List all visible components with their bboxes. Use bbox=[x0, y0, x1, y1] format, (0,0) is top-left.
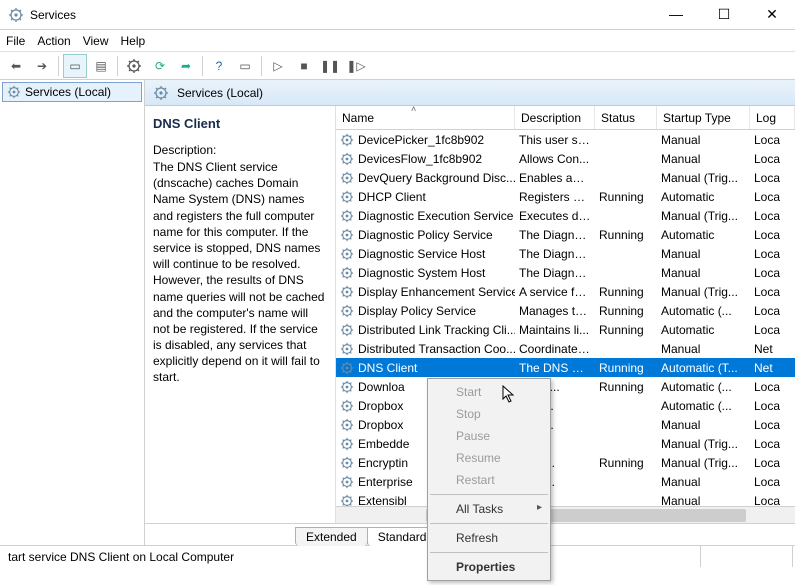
submenu-arrow-icon: ▸ bbox=[537, 502, 542, 513]
service-row[interactable]: Embedde bed...Manual (Trig...Loca bbox=[336, 434, 795, 453]
description-label: Description: bbox=[153, 143, 327, 157]
tree-node-label: Services (Local) bbox=[25, 85, 111, 99]
titlebar: Services — ☐ ✕ bbox=[0, 0, 795, 30]
statusbar: tart service DNS Client on Local Compute… bbox=[0, 545, 795, 567]
col-description[interactable]: Description bbox=[515, 106, 595, 129]
service-row[interactable]: DevQuery Background Disc...Enables app..… bbox=[336, 168, 795, 187]
menu-file[interactable]: File bbox=[6, 34, 25, 48]
ctx-stop[interactable]: Stop bbox=[428, 403, 550, 425]
maximize-button[interactable]: ☐ bbox=[709, 6, 739, 23]
service-list: ˄ Name Description Status Startup Type L… bbox=[335, 106, 795, 523]
show-hide-tree-button[interactable]: ▭ bbox=[63, 54, 87, 78]
pause-service-button[interactable]: ❚❚ bbox=[318, 54, 342, 78]
ctx-refresh[interactable]: Refresh bbox=[428, 527, 550, 549]
service-icon[interactable] bbox=[122, 54, 146, 78]
stop-service-button[interactable]: ■ bbox=[292, 54, 316, 78]
status-cell bbox=[701, 546, 793, 567]
start-service-button[interactable]: ▷ bbox=[266, 54, 290, 78]
window-buttons: — ☐ ✕ bbox=[661, 6, 787, 23]
pane-title: Services (Local) bbox=[177, 86, 263, 100]
col-startup[interactable]: Startup Type bbox=[657, 106, 750, 129]
menu-action[interactable]: Action bbox=[37, 34, 70, 48]
service-row[interactable]: DevicePicker_1fc8b902This user ser...Man… bbox=[336, 130, 795, 149]
status-cell bbox=[609, 546, 701, 567]
col-logon[interactable]: Log bbox=[750, 106, 795, 129]
minimize-button[interactable]: — bbox=[661, 6, 691, 23]
description-text: The DNS Client service (dnscache) caches… bbox=[153, 159, 327, 386]
service-row[interactable]: DHCP ClientRegisters an...RunningAutomat… bbox=[336, 187, 795, 206]
service-row[interactable]: Distributed Transaction Coo...Coordinate… bbox=[336, 339, 795, 358]
ctx-properties[interactable]: Properties bbox=[428, 556, 550, 578]
ctx-restart[interactable]: Restart bbox=[428, 469, 550, 491]
app-icon bbox=[8, 7, 24, 23]
back-button[interactable]: ⬅ bbox=[4, 54, 28, 78]
properties-button[interactable]: ▤ bbox=[89, 54, 113, 78]
ctx-pause[interactable]: Pause bbox=[428, 425, 550, 447]
window-title: Services bbox=[30, 8, 661, 22]
service-row[interactable]: DNS ClientThe DNS Cli...RunningAutomatic… bbox=[336, 358, 795, 377]
col-status[interactable]: Status bbox=[595, 106, 657, 129]
separator bbox=[117, 56, 118, 76]
service-row[interactable]: Enterprise s ent...ManualLoca bbox=[336, 472, 795, 491]
forward-button[interactable]: ➔ bbox=[30, 54, 54, 78]
tab-extended[interactable]: Extended bbox=[295, 527, 368, 546]
toolbar: ⬅ ➔ ▭ ▤ ⟳ ➦ ? ▭ ▷ ■ ❚❚ ❚▷ bbox=[0, 52, 795, 80]
menu-separator bbox=[430, 494, 548, 495]
tree-pane: Services (Local) bbox=[0, 80, 145, 545]
context-menu: Start Stop Pause Resume Restart All Task… bbox=[427, 378, 551, 581]
export-button[interactable]: ➦ bbox=[174, 54, 198, 78]
separator bbox=[202, 56, 203, 76]
main-area: Services (Local) Services (Local) DNS Cl… bbox=[0, 80, 795, 545]
ctx-properties-label: Properties bbox=[456, 560, 515, 574]
service-name: DNS Client bbox=[153, 116, 327, 131]
service-row[interactable]: Dropbox rour ...Automatic (...Loca bbox=[336, 396, 795, 415]
refresh-button[interactable]: ⟳ bbox=[148, 54, 172, 78]
column-headers: ˄ Name Description Status Startup Type L… bbox=[336, 106, 795, 130]
horizontal-scrollbar[interactable] bbox=[336, 506, 795, 523]
close-button[interactable]: ✕ bbox=[757, 6, 787, 23]
service-row[interactable]: Diagnostic Execution ServiceExecutes di.… bbox=[336, 206, 795, 225]
menu-separator bbox=[430, 552, 548, 553]
menubar: File Action View Help bbox=[0, 30, 795, 52]
service-row[interactable]: Display Policy ServiceManages th...Runni… bbox=[336, 301, 795, 320]
menu-separator bbox=[430, 523, 548, 524]
ctx-start[interactable]: Start bbox=[428, 381, 550, 403]
service-row[interactable]: Diagnostic Policy ServiceThe Diagno...Ru… bbox=[336, 225, 795, 244]
service-row[interactable]: Distributed Link Tracking Cli...Maintain… bbox=[336, 320, 795, 339]
service-row[interactable]: Dropbox rour ...ManualLoca bbox=[336, 415, 795, 434]
gear-icon bbox=[153, 85, 169, 101]
sort-indicator-icon: ˄ bbox=[411, 106, 416, 114]
ctx-all-tasks-label: All Tasks bbox=[456, 502, 503, 516]
props-button[interactable]: ▭ bbox=[233, 54, 257, 78]
menu-view[interactable]: View bbox=[83, 34, 109, 48]
service-row[interactable]: Display Enhancement ServiceA service fo.… bbox=[336, 282, 795, 301]
service-row[interactable]: Diagnostic Service HostThe Diagno...Manu… bbox=[336, 244, 795, 263]
service-row[interactable]: Downloa ws se...RunningAutomatic (...Loc… bbox=[336, 377, 795, 396]
service-row[interactable]: DevicesFlow_1fc8b902Allows Con...ManualL… bbox=[336, 149, 795, 168]
ctx-resume[interactable]: Resume bbox=[428, 447, 550, 469]
service-row[interactable]: Extensibl ensi...ManualLoca bbox=[336, 491, 795, 506]
help-button[interactable]: ? bbox=[207, 54, 231, 78]
restart-service-button[interactable]: ❚▷ bbox=[344, 54, 368, 78]
pane-header: Services (Local) bbox=[145, 80, 795, 106]
col-name[interactable]: Name bbox=[336, 106, 515, 129]
menu-help[interactable]: Help bbox=[121, 34, 146, 48]
separator bbox=[58, 56, 59, 76]
detail-pane: DNS Client Description: The DNS Client s… bbox=[145, 106, 335, 523]
tree-node-services-local[interactable]: Services (Local) bbox=[2, 82, 142, 102]
service-row[interactable]: Encryptin es th...RunningManual (Trig...… bbox=[336, 453, 795, 472]
separator bbox=[261, 56, 262, 76]
ctx-all-tasks[interactable]: All Tasks ▸ bbox=[428, 498, 550, 520]
service-rows[interactable]: DevicePicker_1fc8b902This user ser...Man… bbox=[336, 130, 795, 506]
service-row[interactable]: Diagnostic System HostThe Diagno...Manua… bbox=[336, 263, 795, 282]
